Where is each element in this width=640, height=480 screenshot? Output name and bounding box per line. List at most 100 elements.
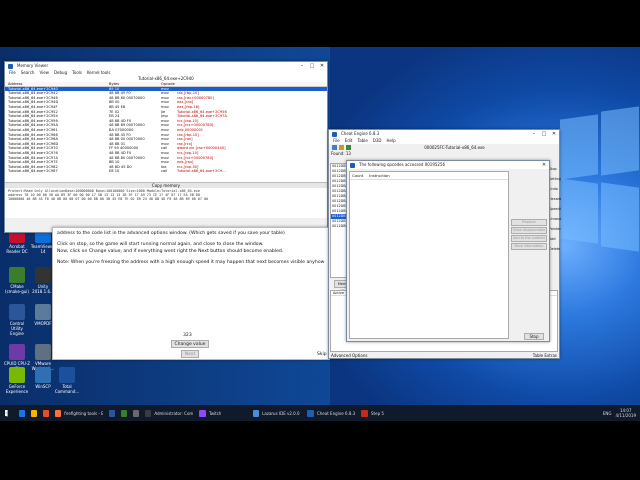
taskbar-item[interactable]: Cheat Engine 6.8.3 bbox=[304, 405, 358, 421]
window-title: Cheat Engine 6.8.3 bbox=[341, 131, 380, 136]
ce-titlebar[interactable]: Cheat Engine 6.8.3 – □ ✕ bbox=[329, 130, 559, 138]
desktop-icon[interactable]: WinSCP bbox=[30, 367, 56, 389]
ce-option-label[interactable]: Hexadecimal bbox=[549, 194, 561, 204]
app-shortcut-icon bbox=[9, 367, 25, 383]
desktop-icon[interactable]: Total Command... bbox=[54, 367, 80, 394]
start-button[interactable] bbox=[0, 405, 16, 421]
disasm-row[interactable]: Tutorial-x86_64.exe+2C987 E8 10 call Tutori… bbox=[5, 169, 327, 174]
app-icon bbox=[8, 64, 13, 69]
taskbar-item[interactable] bbox=[130, 405, 142, 421]
menu-item[interactable]: File bbox=[9, 70, 16, 76]
taskbar-item[interactable]: Administrator: Com... bbox=[142, 405, 196, 421]
menu-item[interactable]: View bbox=[39, 70, 49, 76]
menu-item[interactable]: Edit bbox=[345, 138, 353, 144]
dialog-action-button[interactable]: Add to the codelist bbox=[511, 235, 547, 242]
taskbar-item[interactable] bbox=[16, 405, 28, 421]
menu-item[interactable]: Debug bbox=[54, 70, 67, 76]
menu-item[interactable]: Table bbox=[357, 138, 367, 144]
windows-logo-pane bbox=[601, 106, 639, 176]
desktop: Acrobat Reader DC TeamViewer 14 CMake (cma… bbox=[0, 47, 640, 407]
memory-viewer-titlebar[interactable]: Memory Viewer – □ ✕ bbox=[5, 62, 327, 70]
close-icon[interactable]: ✕ bbox=[549, 130, 559, 138]
opcodes-dialog[interactable]: The following opcodes accessed 00195256 … bbox=[346, 160, 550, 342]
close-icon[interactable]: ✕ bbox=[539, 161, 549, 169]
ce-option-label[interactable]: Stop bbox=[549, 164, 561, 174]
taskbar-app-icon bbox=[145, 409, 152, 417]
taskbar-item[interactable] bbox=[28, 405, 40, 421]
skip-label[interactable]: Skip bbox=[317, 352, 327, 357]
taskbar-label: Cheat Engine 6.8.3 bbox=[316, 410, 355, 416]
advanced-options[interactable]: Advanced Options bbox=[331, 353, 367, 358]
clock-date[interactable]: 4/11/2019 bbox=[615, 413, 636, 418]
memory-viewer-window[interactable]: Memory Viewer – □ ✕ File Search View Debug Too… bbox=[4, 61, 328, 233]
ce-option-label[interactable]: Unrandomizer bbox=[549, 214, 561, 224]
desktop-icon-label: WinSCP bbox=[35, 384, 51, 389]
maximize-icon[interactable]: □ bbox=[307, 62, 317, 70]
col-address: Address bbox=[8, 82, 23, 86]
taskbar-app-icon bbox=[19, 409, 25, 417]
dialog-titlebar[interactable]: The following opcodes accessed 00195256 … bbox=[347, 161, 549, 169]
menu-item[interactable]: File bbox=[333, 138, 340, 144]
maximize-icon[interactable]: □ bbox=[539, 130, 549, 138]
system-tray: ENG 14:07 4/11/2019 bbox=[603, 408, 640, 418]
dialog-action-button[interactable]: More information bbox=[511, 243, 547, 250]
hex-view[interactable]: Protect:Read Only AllocationBase=1000000… bbox=[5, 187, 327, 218]
taskbar: firefighting tools - E... Administrator: … bbox=[0, 405, 640, 421]
taskbar-item[interactable]: firefighting tools - E... bbox=[52, 405, 106, 421]
ce-option-label[interactable]: Delete bbox=[549, 244, 561, 254]
taskbar-app-icon bbox=[253, 409, 260, 417]
menu-item[interactable]: Kernel tools bbox=[87, 70, 111, 76]
ce-toolbar: 000025FC-Tutorial-x86_64.exe bbox=[329, 144, 559, 151]
ce-option-label[interactable]: Add bbox=[549, 234, 561, 244]
app-icon bbox=[332, 132, 337, 137]
taskbar-item[interactable]: Step 5 bbox=[358, 405, 412, 421]
taskbar-item[interactable]: Lazarus IDE v2.0.0 t... bbox=[250, 405, 304, 421]
menu-item[interactable]: Search bbox=[21, 70, 35, 76]
desktop-icon-label: Control Utility Engine bbox=[9, 321, 25, 336]
app-shortcut-icon bbox=[59, 367, 75, 383]
disassembly-list[interactable]: Tutorial-x86_64.exe+2C940 89 10 mov Tutoria… bbox=[5, 86, 327, 182]
col-opcode: Opcode bbox=[161, 82, 175, 86]
app-shortcut-icon bbox=[35, 344, 51, 360]
taskbar-app-icon bbox=[31, 409, 37, 417]
taskbar-app-icon bbox=[133, 409, 139, 417]
ce-option-label[interactable]: Undo bbox=[549, 184, 561, 194]
desktop-icon[interactable]: CMake (cmake-gui) bbox=[4, 267, 30, 294]
minimize-icon[interactable]: – bbox=[297, 62, 307, 70]
tutorial-text: Note: When you're freezing the address w… bbox=[57, 260, 325, 266]
dialog-icon bbox=[350, 163, 355, 168]
menu-item[interactable]: D3D bbox=[373, 138, 382, 144]
menu-item[interactable]: Tools bbox=[72, 70, 82, 76]
tutorial-window[interactable]: address to the code list in the advanced… bbox=[52, 227, 330, 360]
dialog-action-button[interactable]: Show disassembler bbox=[511, 227, 547, 234]
tutorial-text: Now, click on Change value, and if every… bbox=[57, 248, 284, 254]
taskbar-label: Step 5 bbox=[371, 410, 384, 416]
next-button[interactable]: Next bbox=[181, 350, 199, 358]
change-value-button[interactable]: Change value bbox=[171, 340, 209, 348]
app-shortcut-icon bbox=[9, 304, 25, 320]
stop-button[interactable]: Stop bbox=[524, 333, 544, 340]
close-icon[interactable]: ✕ bbox=[317, 62, 327, 70]
taskbar-item[interactable] bbox=[118, 405, 130, 421]
language-indicator[interactable]: ENG bbox=[603, 411, 612, 416]
app-shortcut-icon bbox=[35, 267, 51, 283]
ce-option-label[interactable]: Settings bbox=[549, 174, 561, 184]
minimize-icon[interactable]: – bbox=[529, 130, 539, 138]
table-extras[interactable]: Table Extras bbox=[533, 353, 557, 358]
opcode-list[interactable]: Count Instruction bbox=[349, 171, 509, 339]
open-process-icon[interactable] bbox=[332, 145, 337, 150]
save-icon[interactable] bbox=[346, 145, 351, 150]
taskbar-item[interactable]: Twitch bbox=[196, 405, 250, 421]
open-file-icon[interactable] bbox=[339, 145, 344, 150]
taskbar-item[interactable] bbox=[40, 405, 52, 421]
taskbar-item[interactable] bbox=[106, 405, 118, 421]
col-bytes: Bytes bbox=[109, 82, 120, 86]
ce-option-label[interactable]: Speedhack bbox=[549, 204, 561, 214]
dialog-action-button[interactable]: Replace bbox=[511, 219, 547, 226]
desktop-icon[interactable]: Control Utility Engine bbox=[4, 304, 30, 336]
menu-item[interactable]: Help bbox=[387, 138, 396, 144]
taskbar-app-icon bbox=[199, 409, 206, 417]
desktop-icon[interactable]: GeForce Experience bbox=[4, 367, 30, 394]
ce-option-label[interactable]: Pointer bbox=[549, 224, 561, 234]
taskbar-app-icon bbox=[55, 409, 62, 417]
